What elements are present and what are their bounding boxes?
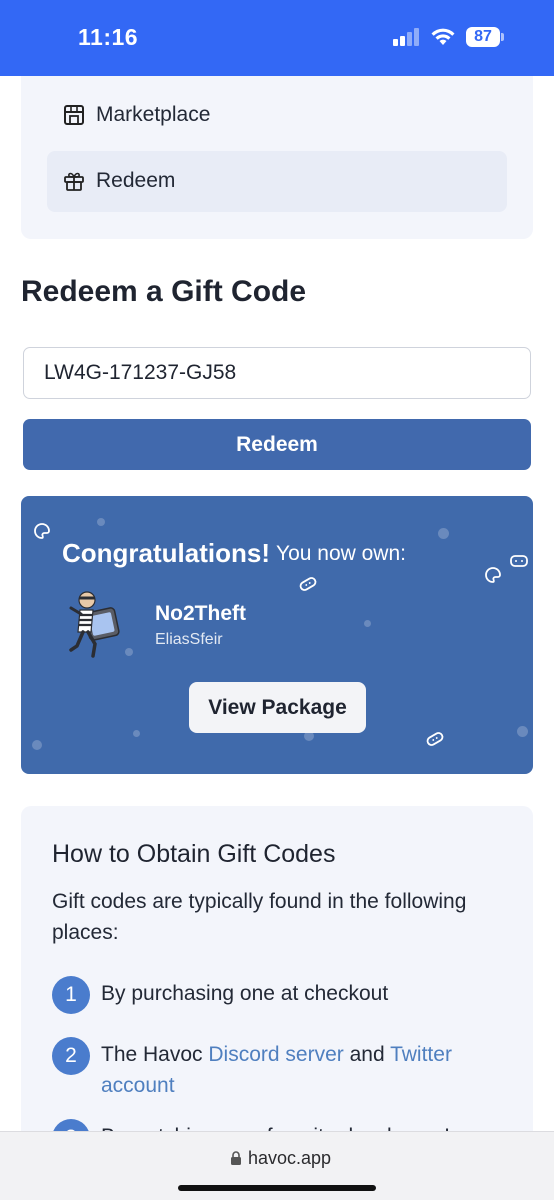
lock-icon [231, 1151, 241, 1165]
nav-item-redeem[interactable]: Redeem [47, 151, 507, 212]
step-number-badge: 2 [52, 1037, 90, 1075]
package-author[interactable]: EliasSfeir [155, 631, 223, 649]
battery-icon: 87 [466, 27, 504, 47]
wifi-icon [431, 28, 455, 45]
nav-menu: Marketplace Redeem [21, 76, 533, 239]
redeem-button[interactable]: Redeem [23, 419, 531, 470]
gamepad-icon [510, 555, 528, 567]
status-bar: 11:16 87 [0, 0, 554, 76]
discord-link[interactable]: Discord server [208, 1043, 343, 1066]
status-time: 11:16 [78, 24, 139, 50]
gift-icon [64, 172, 84, 191]
palette-icon [485, 567, 501, 583]
nav-item-label: Redeem [96, 169, 176, 192]
howto-title: How to Obtain Gift Codes [52, 840, 336, 868]
step-text: The Havoc Discord server and Twitter acc… [101, 1039, 491, 1101]
congrats-subtitle: You now own: [276, 542, 406, 565]
package-name[interactable]: No2Theft [155, 602, 246, 626]
step-text-middle: and [343, 1043, 391, 1066]
palette-icon [34, 523, 50, 539]
storefront-icon [64, 105, 84, 125]
step-number-badge: 1 [52, 976, 90, 1014]
gift-code-input[interactable] [23, 347, 531, 399]
package-thief-icon[interactable] [65, 586, 131, 662]
home-indicator[interactable] [178, 1185, 376, 1191]
howto-intro: Gift codes are typically found in the fo… [52, 890, 467, 944]
browser-url-bar[interactable]: havoc.app [0, 1131, 554, 1200]
nav-item-label: Marketplace [96, 103, 211, 126]
bandage-icon [426, 732, 444, 746]
url-text[interactable]: havoc.app [248, 1148, 331, 1169]
nav-item-marketplace[interactable]: Marketplace [47, 85, 507, 146]
view-package-button[interactable]: View Package [189, 682, 366, 733]
step-text: By purchasing one at checkout [101, 982, 389, 1005]
congrats-title: Congratulations! [62, 538, 270, 568]
congrats-card: Congratulations! You now own: No2Theft E… [21, 496, 533, 774]
battery-level: 87 [474, 28, 492, 45]
signal-icon [393, 28, 421, 46]
step-text-prefix: The Havoc [101, 1043, 209, 1066]
page-title: Redeem a Gift Code [21, 275, 307, 308]
bandage-icon [299, 577, 317, 591]
